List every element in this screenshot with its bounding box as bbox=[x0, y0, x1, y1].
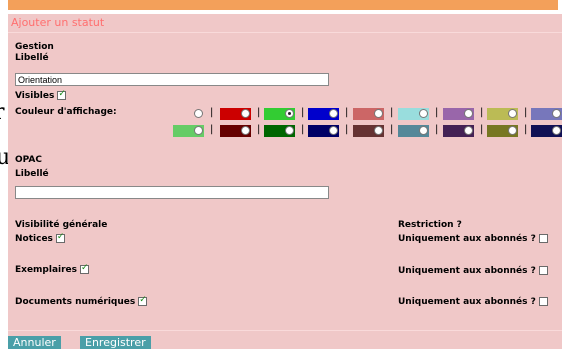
color-separator: | bbox=[524, 124, 528, 135]
color-swatch-r2-9[interactable] bbox=[531, 125, 562, 137]
exemplaires-row: Exemplaires bbox=[15, 263, 90, 275]
color-radio-icon[interactable] bbox=[329, 126, 338, 135]
exemplaires-restriction-row: Uniquement aux abonnés ? bbox=[398, 266, 548, 276]
color-radio-icon[interactable] bbox=[464, 126, 473, 135]
notices-restriction-row: Uniquement aux abonnés ? bbox=[398, 234, 548, 244]
color-swatch-r2-5[interactable] bbox=[353, 125, 384, 137]
color-radio-icon[interactable] bbox=[329, 109, 338, 118]
title-divider bbox=[8, 32, 562, 33]
color-swatch-r2-4[interactable] bbox=[308, 125, 339, 137]
color-swatch-r2-3[interactable] bbox=[264, 125, 295, 137]
documents-numeriques-restriction-label: Uniquement aux abonnés ? bbox=[398, 297, 536, 307]
color-separator: | bbox=[524, 107, 528, 118]
opac-libelle-input[interactable] bbox=[15, 186, 329, 199]
notices-row: Notices bbox=[15, 232, 65, 244]
color-swatch-r1-4[interactable] bbox=[308, 108, 339, 120]
color-radio-icon[interactable] bbox=[194, 126, 203, 135]
color-separator: | bbox=[390, 124, 394, 135]
color-swatch-r1-6[interactable] bbox=[398, 108, 429, 120]
color-separator: | bbox=[257, 124, 261, 135]
color-swatch-r1-3[interactable] bbox=[264, 108, 295, 120]
gestion-libelle-label: Libellé bbox=[15, 53, 49, 63]
documents-numeriques-restriction-checkbox[interactable] bbox=[538, 297, 548, 306]
visibles-label: Visibles bbox=[15, 91, 55, 101]
color-separator: | bbox=[301, 107, 305, 118]
color-separator: | bbox=[435, 124, 439, 135]
color-swatch-r1-7[interactable] bbox=[443, 108, 474, 120]
color-separator: | bbox=[480, 124, 484, 135]
color-swatch-r2-6[interactable] bbox=[398, 125, 429, 137]
visibles-row: Visibles bbox=[15, 89, 67, 101]
color-radio-icon[interactable] bbox=[285, 126, 294, 135]
color-radio-icon[interactable] bbox=[552, 126, 561, 135]
color-swatch-r1-5[interactable] bbox=[353, 108, 384, 120]
footer-divider bbox=[8, 330, 562, 331]
gestion-libelle-input[interactable] bbox=[15, 73, 329, 86]
cancel-button[interactable]: Annuler bbox=[8, 336, 61, 349]
gestion-heading: Gestion bbox=[15, 42, 54, 52]
color-swatch-r1-1[interactable] bbox=[173, 108, 204, 120]
color-radio-icon[interactable] bbox=[285, 109, 294, 118]
color-swatch-r2-2[interactable] bbox=[220, 125, 251, 137]
notices-checkbox[interactable] bbox=[55, 232, 65, 243]
color-radio-icon[interactable] bbox=[419, 109, 428, 118]
documents-numeriques-checkbox[interactable] bbox=[138, 295, 148, 306]
color-radio-icon[interactable] bbox=[508, 109, 517, 118]
exemplaires-checkbox[interactable] bbox=[80, 263, 90, 274]
color-radio-icon[interactable] bbox=[241, 126, 250, 135]
color-swatch-r2-8[interactable] bbox=[487, 125, 518, 137]
color-radio-icon[interactable] bbox=[374, 126, 383, 135]
color-separator: | bbox=[435, 107, 439, 118]
color-swatch-r1-9[interactable] bbox=[531, 108, 562, 120]
color-separator: | bbox=[257, 107, 261, 118]
restriction-heading: Restriction ? bbox=[398, 220, 462, 230]
visibles-checkbox[interactable] bbox=[57, 89, 67, 100]
add-status-panel: Ajouter un statut Gestion Libellé Visibl… bbox=[8, 14, 562, 349]
color-separator: | bbox=[480, 107, 484, 118]
color-radio-icon[interactable] bbox=[419, 126, 428, 135]
color-swatch-row-2: | | | | | | | | bbox=[8, 124, 562, 137]
color-radio-icon[interactable] bbox=[552, 109, 561, 118]
top-accent-bar bbox=[8, 0, 558, 10]
color-radio-icon[interactable] bbox=[241, 109, 250, 118]
color-separator: | bbox=[301, 124, 305, 135]
documents-numeriques-restriction-row: Uniquement aux abonnés ? bbox=[398, 297, 548, 307]
color-swatch-r1-8[interactable] bbox=[487, 108, 518, 120]
color-separator: | bbox=[390, 107, 394, 118]
documents-numeriques-row: Documents numériques bbox=[15, 295, 148, 307]
opac-libelle-label: Libellé bbox=[15, 169, 49, 179]
exemplaires-restriction-checkbox[interactable] bbox=[538, 266, 548, 275]
color-radio-icon[interactable] bbox=[508, 126, 517, 135]
visibility-general-heading: Visibilité générale bbox=[15, 220, 108, 230]
color-radio-icon[interactable] bbox=[464, 109, 473, 118]
exemplaires-label: Exemplaires bbox=[15, 265, 78, 275]
color-swatch-row-1: | | | | | | | | bbox=[8, 107, 562, 120]
color-separator: | bbox=[210, 107, 214, 118]
color-swatch-r2-1[interactable] bbox=[173, 125, 204, 137]
color-separator: | bbox=[345, 107, 349, 118]
notices-restriction-checkbox[interactable] bbox=[538, 234, 548, 243]
color-swatch-r1-2[interactable] bbox=[220, 108, 251, 120]
color-swatch-r2-7[interactable] bbox=[443, 125, 474, 137]
color-separator: | bbox=[210, 124, 214, 135]
notices-label: Notices bbox=[15, 234, 53, 244]
color-radio-icon[interactable] bbox=[194, 109, 203, 118]
panel-title: Ajouter un statut bbox=[11, 16, 105, 29]
opac-heading: OPAC bbox=[15, 155, 42, 165]
exemplaires-restriction-label: Uniquement aux abonnés ? bbox=[398, 266, 536, 276]
save-button[interactable]: Enregistrer bbox=[80, 336, 151, 349]
documents-numeriques-label: Documents numériques bbox=[15, 297, 136, 307]
color-radio-icon[interactable] bbox=[374, 109, 383, 118]
background-text-fragment: r bbox=[0, 100, 5, 125]
notices-restriction-label: Uniquement aux abonnés ? bbox=[398, 234, 536, 244]
color-separator: | bbox=[345, 124, 349, 135]
